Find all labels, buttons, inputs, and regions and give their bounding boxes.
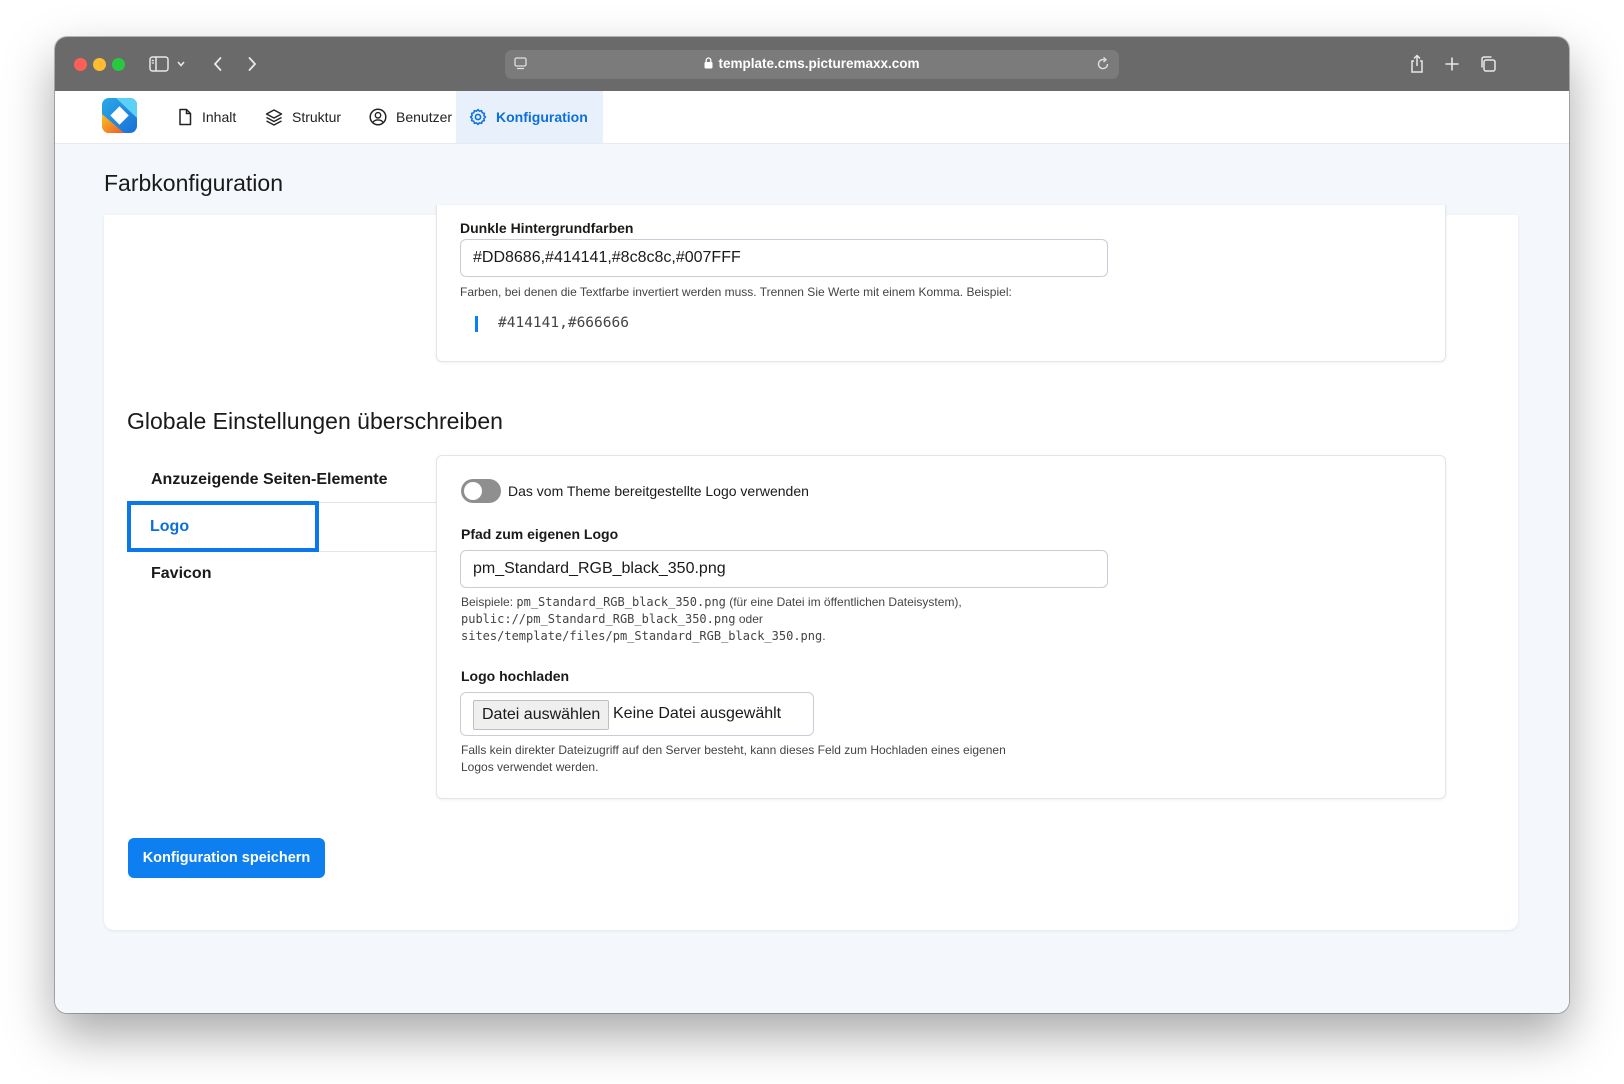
top-navigation: Inhalt Struktur Benutzer Konfiguration bbox=[55, 91, 1569, 144]
logo-upload-field[interactable]: Datei auswählen Keine Datei ausgewählt bbox=[460, 692, 814, 736]
help-text: . bbox=[822, 629, 826, 643]
toggle-knob bbox=[464, 482, 482, 500]
dark-colors-example: #414141,#666666 bbox=[498, 315, 629, 331]
sidebar-toggle-icon[interactable] bbox=[146, 51, 172, 77]
help-text: Logos verwendet werden. bbox=[461, 760, 599, 774]
help-text: (für eine Datei im öffentlichen Dateisys… bbox=[725, 595, 962, 609]
dark-colors-help: Farben, bei denen die Textfarbe invertie… bbox=[460, 285, 1012, 299]
logo-path-help: Beispiele: pm_Standard_RGB_black_350.png… bbox=[461, 594, 1101, 645]
content-card: Dunkle Hintergrundfarben #DD8686,#414141… bbox=[104, 205, 1518, 930]
nav-item-label: Inhalt bbox=[202, 109, 237, 125]
tab-overview-icon[interactable] bbox=[1475, 51, 1501, 77]
help-text: oder bbox=[735, 612, 763, 626]
nav-item-konfiguration[interactable]: Konfiguration bbox=[456, 91, 603, 143]
maximize-window-button[interactable] bbox=[112, 58, 125, 71]
forward-arrow-icon[interactable] bbox=[239, 51, 265, 77]
help-text: Falls kein direkter Dateizugriff auf den… bbox=[461, 743, 1006, 757]
logo-upload-help: Falls kein direkter Dateizugriff auf den… bbox=[461, 742, 1006, 776]
share-icon[interactable] bbox=[1404, 51, 1430, 77]
reload-icon[interactable] bbox=[1095, 56, 1111, 77]
no-file-status: Keine Datei ausgewählt bbox=[613, 705, 782, 722]
theme-logo-toggle[interactable] bbox=[461, 479, 501, 503]
back-arrow-icon[interactable] bbox=[205, 51, 231, 77]
logo-upload-label: Logo hochladen bbox=[461, 668, 570, 684]
tab-seiten-elemente[interactable]: Anzuzeigende Seiten-Elemente bbox=[151, 471, 388, 489]
gear-icon bbox=[469, 108, 487, 126]
minimize-window-button[interactable] bbox=[93, 58, 106, 71]
dark-colors-input[interactable]: #DD8686,#414141,#8c8c8c,#007FFF bbox=[460, 239, 1108, 277]
nav-item-struktur[interactable]: Struktur bbox=[253, 91, 353, 143]
address-bar[interactable]: template.cms.picturemaxx.com bbox=[505, 50, 1119, 79]
chevron-down-icon[interactable] bbox=[173, 51, 189, 77]
new-tab-plus-icon[interactable] bbox=[1439, 51, 1465, 77]
choose-file-button[interactable]: Datei auswählen bbox=[473, 700, 610, 730]
document-icon bbox=[179, 108, 192, 126]
dark-colors-panel: Dunkle Hintergrundfarben #DD8686,#414141… bbox=[436, 205, 1446, 362]
layers-icon bbox=[265, 109, 283, 126]
app-logo-icon[interactable] bbox=[102, 98, 137, 138]
close-window-button[interactable] bbox=[74, 58, 87, 71]
browser-toolbar: template.cms.picturemaxx.com bbox=[55, 37, 1569, 91]
url-text: template.cms.picturemaxx.com bbox=[505, 56, 1119, 72]
help-text: Beispiele: bbox=[461, 595, 517, 609]
help-code: public://pm_Standard_RGB_black_350.png bbox=[461, 612, 736, 626]
page-title: Farbkonfiguration bbox=[104, 170, 283, 196]
save-configuration-button[interactable]: Konfiguration speichern bbox=[128, 838, 325, 878]
help-code: pm_Standard_RGB_black_350.png bbox=[516, 595, 726, 609]
logo-panel: Das vom Theme bereitgestellte Logo verwe… bbox=[436, 455, 1446, 799]
tab-logo[interactable]: Logo bbox=[127, 501, 319, 552]
example-accent-bar bbox=[475, 316, 478, 332]
tab-connector bbox=[319, 502, 437, 552]
logo-path-label: Pfad zum eigenen Logo bbox=[461, 526, 619, 542]
nav-item-label: Konfiguration bbox=[496, 109, 588, 125]
browser-window: template.cms.picturemaxx.com Inhalt Stru… bbox=[55, 37, 1569, 1013]
nav-item-label: Benutzer bbox=[396, 109, 453, 125]
nav-item-inhalt[interactable]: Inhalt bbox=[165, 91, 248, 143]
tab-favicon[interactable]: Favicon bbox=[151, 565, 211, 583]
logo-path-input[interactable]: pm_Standard_RGB_black_350.png bbox=[460, 550, 1108, 588]
dark-colors-label: Dunkle Hintergrundfarben bbox=[460, 220, 634, 236]
tab-label: Logo bbox=[150, 518, 190, 535]
user-circle-icon bbox=[369, 108, 387, 126]
help-code: sites/template/files/pm_Standard_RGB_bla… bbox=[461, 629, 823, 643]
web-page: Inhalt Struktur Benutzer Konfiguration F… bbox=[55, 91, 1569, 1013]
nav-item-label: Struktur bbox=[292, 109, 342, 125]
nav-item-benutzer[interactable]: Benutzer bbox=[357, 91, 464, 143]
section-title: Globale Einstellungen überschreiben bbox=[127, 408, 503, 434]
lock-icon bbox=[704, 57, 713, 72]
theme-logo-toggle-label: Das vom Theme bereitgestellte Logo verwe… bbox=[508, 483, 809, 499]
